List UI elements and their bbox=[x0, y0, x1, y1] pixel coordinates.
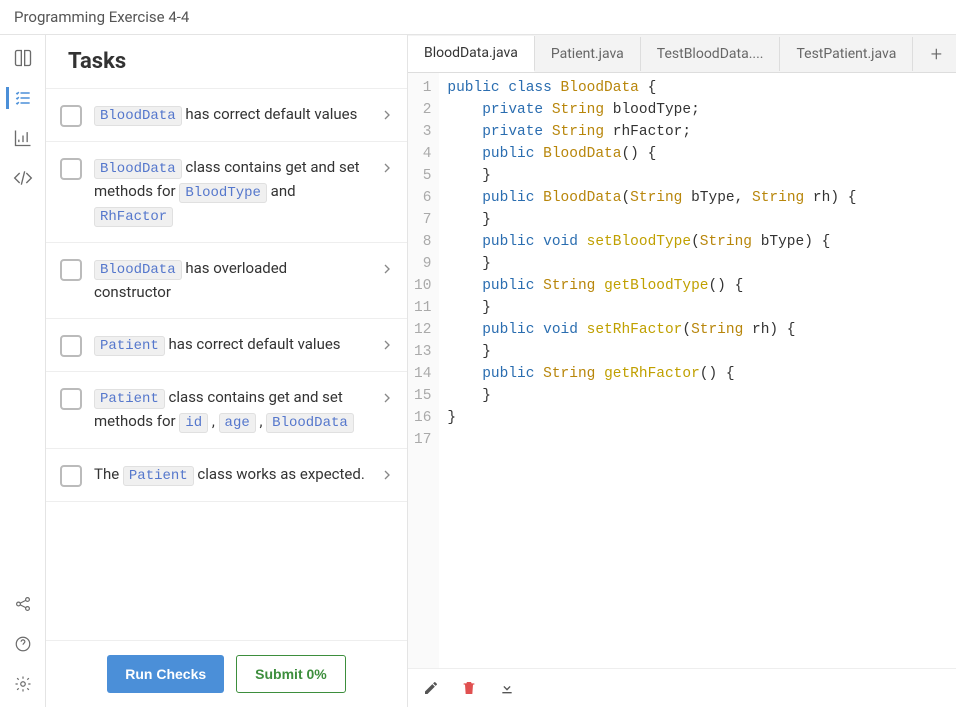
tasks-heading: Tasks bbox=[46, 35, 407, 89]
code-tag: RhFactor bbox=[94, 207, 173, 227]
code-tag: Patient bbox=[94, 336, 165, 356]
code-tag: age bbox=[219, 413, 256, 433]
trash-icon[interactable] bbox=[460, 679, 478, 697]
tab[interactable]: TestBloodData.... bbox=[641, 37, 781, 71]
editor-footer bbox=[408, 668, 956, 707]
task-text: Patient has correct default values bbox=[94, 333, 367, 357]
task-item[interactable]: BloodData class contains get and set met… bbox=[46, 142, 407, 243]
gear-icon[interactable] bbox=[12, 673, 34, 695]
title-bar: Programming Exercise 4-4 bbox=[0, 0, 956, 35]
tab[interactable]: Patient.java bbox=[535, 37, 641, 71]
code-icon[interactable] bbox=[12, 167, 34, 189]
chevron-right-icon bbox=[379, 337, 395, 357]
task-checkbox[interactable] bbox=[60, 335, 82, 357]
edit-icon[interactable] bbox=[422, 679, 440, 697]
code-tag: BloodData bbox=[94, 159, 182, 179]
tab[interactable]: TestPatient.java bbox=[780, 37, 913, 71]
code-tag: Patient bbox=[94, 389, 165, 409]
task-item[interactable]: Patient class contains get and set metho… bbox=[46, 372, 407, 449]
code-tag: id bbox=[179, 413, 208, 433]
tasks-icon[interactable] bbox=[6, 87, 34, 109]
tasks-list: BloodData has correct default valuesBloo… bbox=[46, 89, 407, 640]
task-item[interactable]: The Patient class works as expected. bbox=[46, 449, 407, 502]
tasks-panel: Tasks BloodData has correct default valu… bbox=[46, 35, 408, 707]
tab-bar: BloodData.javaPatient.javaTestBloodData.… bbox=[408, 35, 956, 73]
submit-button[interactable]: Submit 0% bbox=[236, 655, 346, 693]
code-area[interactable]: 1234567891011121314151617 public class B… bbox=[408, 73, 956, 668]
task-checkbox[interactable] bbox=[60, 105, 82, 127]
chevron-right-icon bbox=[379, 390, 395, 410]
chevron-right-icon bbox=[379, 160, 395, 180]
chevron-right-icon bbox=[379, 107, 395, 127]
tab[interactable]: BloodData.java bbox=[408, 36, 535, 72]
code-tag: Patient bbox=[123, 466, 194, 486]
share-icon[interactable] bbox=[12, 593, 34, 615]
book-icon[interactable] bbox=[12, 47, 34, 69]
task-checkbox[interactable] bbox=[60, 259, 82, 281]
sidebar bbox=[0, 35, 46, 707]
help-icon[interactable] bbox=[12, 633, 34, 655]
chevron-right-icon bbox=[379, 467, 395, 487]
code-tag: BloodData bbox=[266, 413, 354, 433]
task-text: The Patient class works as expected. bbox=[94, 463, 367, 487]
line-gutter: 1234567891011121314151617 bbox=[408, 73, 439, 668]
task-checkbox[interactable] bbox=[60, 465, 82, 487]
task-checkbox[interactable] bbox=[60, 158, 82, 180]
code-tag: BloodType bbox=[179, 183, 267, 203]
add-tab-button[interactable]: + bbox=[917, 35, 956, 74]
chevron-right-icon bbox=[379, 261, 395, 281]
task-text: BloodData has correct default values bbox=[94, 103, 367, 127]
download-icon[interactable] bbox=[498, 679, 516, 697]
code-lines[interactable]: public class BloodData { private String … bbox=[439, 73, 864, 668]
task-text: Patient class contains get and set metho… bbox=[94, 386, 367, 434]
code-tag: BloodData bbox=[94, 106, 182, 126]
task-checkbox[interactable] bbox=[60, 388, 82, 410]
task-item[interactable]: BloodData has correct default values bbox=[46, 89, 407, 142]
task-item[interactable]: Patient has correct default values bbox=[46, 319, 407, 372]
code-tag: BloodData bbox=[94, 260, 182, 280]
task-text: BloodData class contains get and set met… bbox=[94, 156, 367, 228]
task-text: BloodData has overloaded constructor bbox=[94, 257, 367, 304]
page-title: Programming Exercise 4-4 bbox=[14, 8, 189, 26]
run-checks-button[interactable]: Run Checks bbox=[107, 655, 224, 693]
editor-panel: BloodData.javaPatient.javaTestBloodData.… bbox=[408, 35, 956, 707]
task-item[interactable]: BloodData has overloaded constructor bbox=[46, 243, 407, 319]
tasks-footer: Run Checks Submit 0% bbox=[46, 640, 407, 707]
chart-icon[interactable] bbox=[12, 127, 34, 149]
